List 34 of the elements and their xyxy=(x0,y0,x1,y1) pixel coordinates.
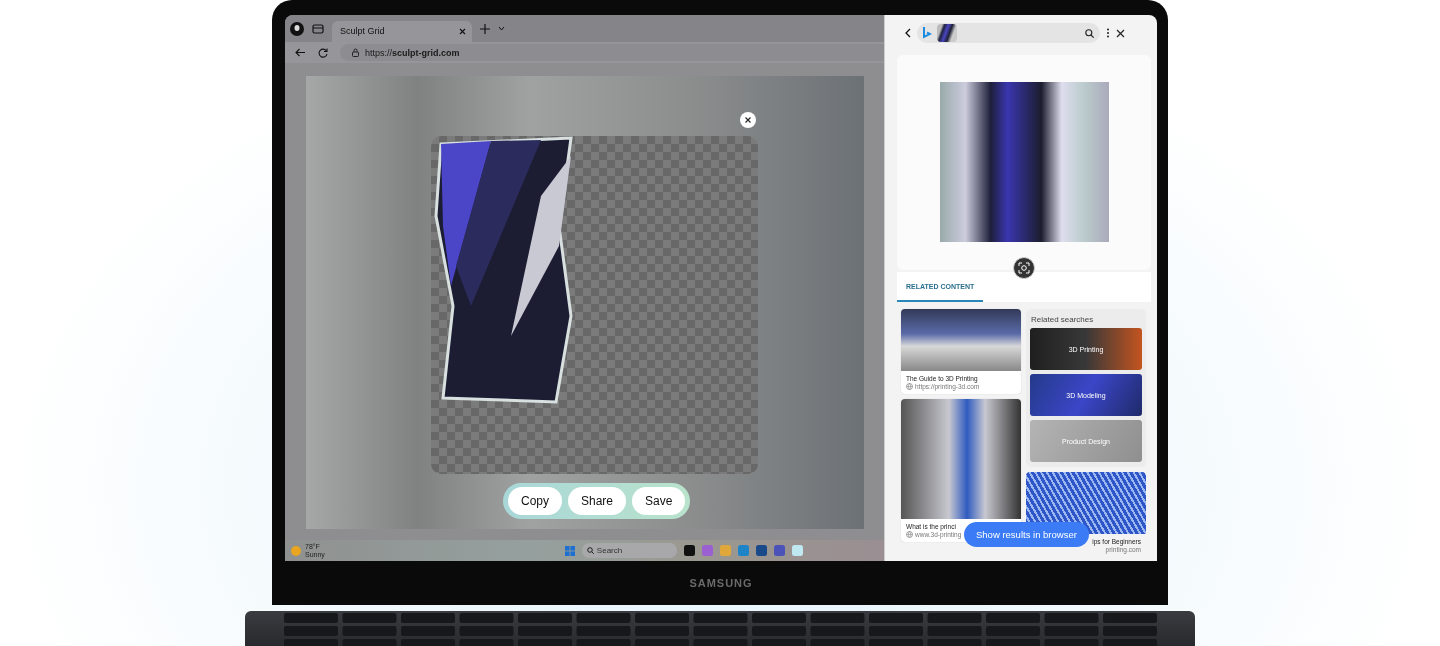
globe-icon xyxy=(906,383,913,390)
url-text: https://sculpt-grid.com xyxy=(365,47,460,58)
sidebar-icon[interactable] xyxy=(312,23,324,34)
close-icon[interactable] xyxy=(1116,28,1125,38)
search-icon[interactable] xyxy=(1085,28,1094,38)
image-thumbnail xyxy=(937,24,957,42)
close-button[interactable] xyxy=(740,112,756,128)
address-bar[interactable]: https://sculpt-grid.com xyxy=(340,44,884,61)
close-icon[interactable] xyxy=(459,27,466,35)
action-button[interactable]: Copy xyxy=(508,487,562,515)
brand-logo: SAMSUNG xyxy=(689,577,753,589)
app-icon[interactable] xyxy=(755,545,767,556)
lock-icon xyxy=(352,48,359,57)
lens-button[interactable] xyxy=(1013,257,1035,279)
browser-tab[interactable]: Sculpt Grid xyxy=(332,20,472,42)
caret-icon[interactable] xyxy=(498,26,505,31)
action-button[interactable]: Save xyxy=(632,487,686,515)
action-button[interactable]: Share xyxy=(568,487,627,515)
profile-icon[interactable] xyxy=(290,21,304,36)
sun-icon xyxy=(291,545,301,556)
focus-icon xyxy=(1018,262,1030,274)
back-icon[interactable] xyxy=(905,28,911,38)
show-results-button[interactable]: Show results in browser xyxy=(964,522,1089,547)
plus-icon[interactable] xyxy=(480,23,490,34)
more-icon[interactable] xyxy=(1106,28,1110,38)
logo-icon xyxy=(923,27,932,39)
globe-icon xyxy=(906,531,913,538)
back-icon[interactable] xyxy=(295,48,306,57)
section-heading: Related searches xyxy=(1031,315,1095,324)
app-icon[interactable] xyxy=(683,545,695,556)
search-field[interactable]: Search xyxy=(581,543,677,558)
search-bar[interactable] xyxy=(917,23,1100,43)
close-icon xyxy=(745,117,751,123)
refresh-icon[interactable] xyxy=(318,47,328,58)
